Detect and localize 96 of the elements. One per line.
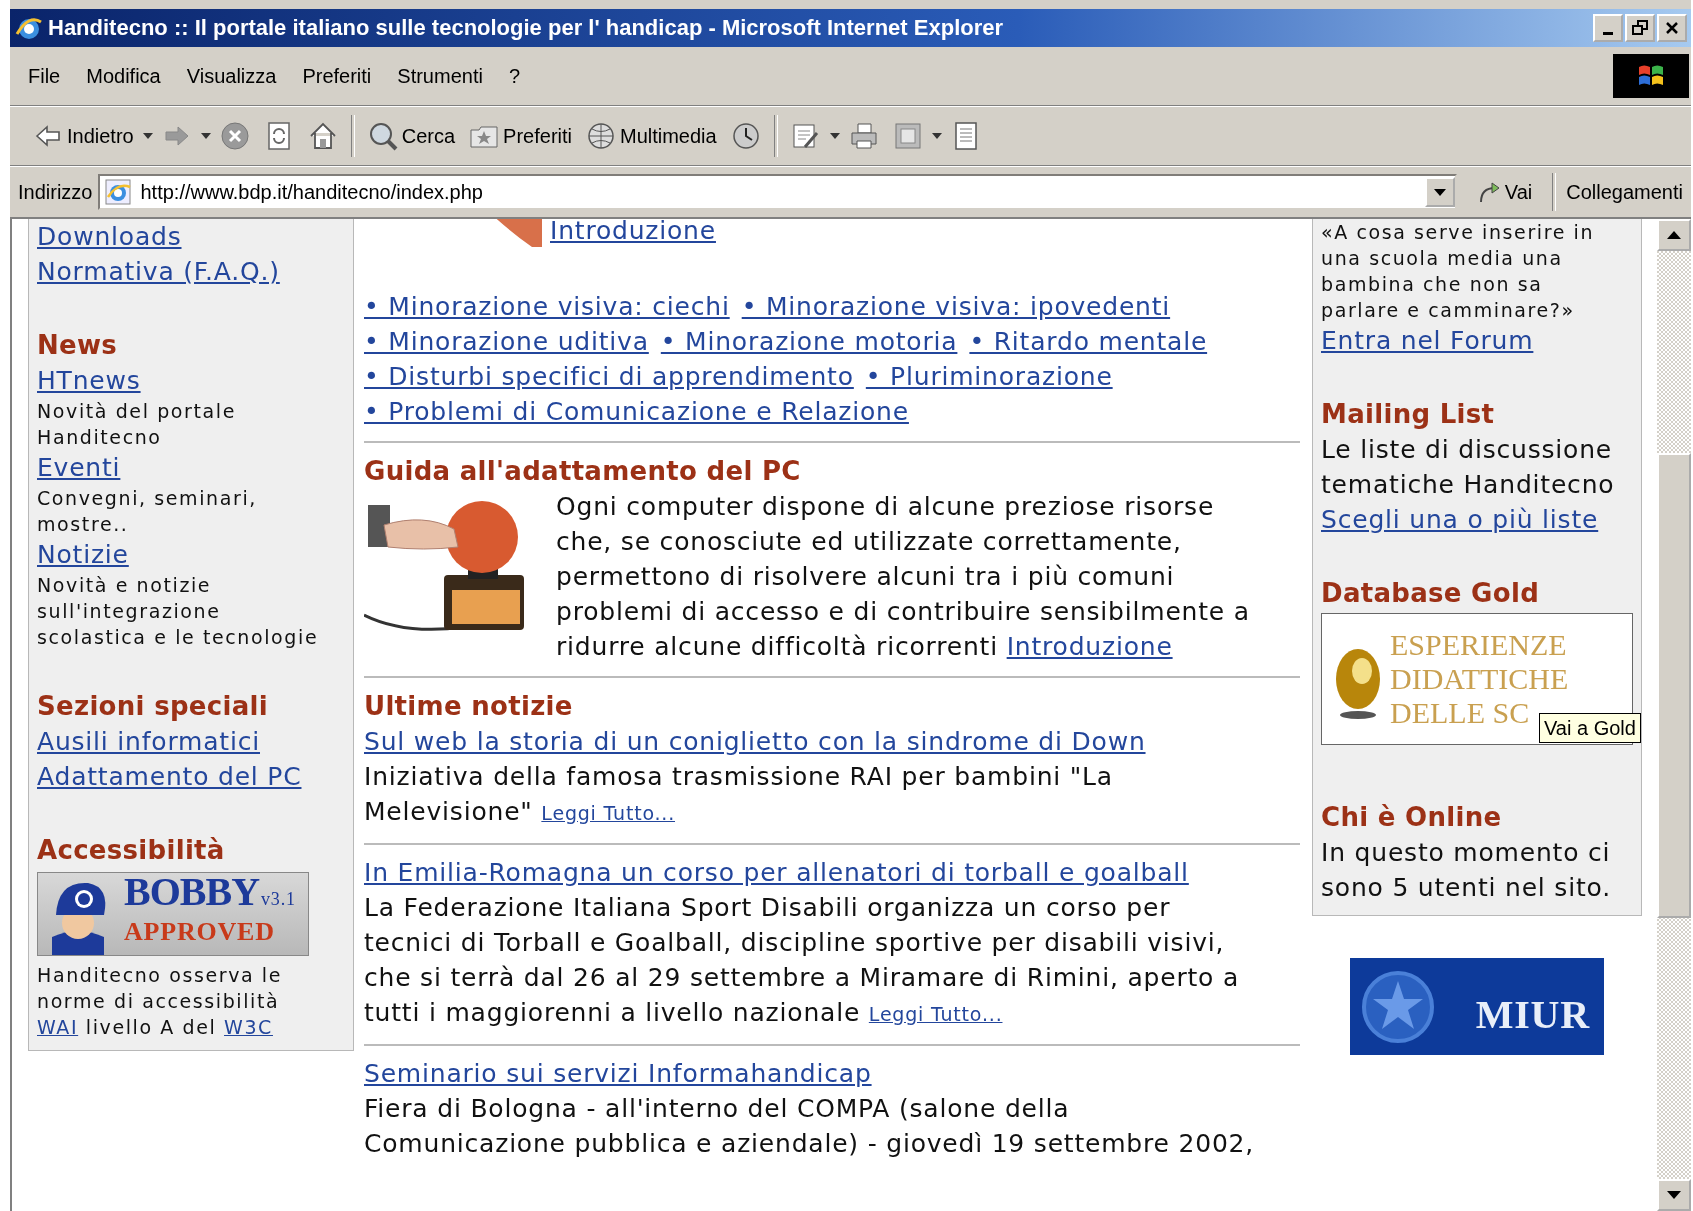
news-title-link[interactable]: Seminario sui servizi Informahandicap [364, 1056, 872, 1091]
feature-text: Ogni computer dispone di alcune preziose risorse che, se conosciute ed utilizzate correttamente, permettono di risolvere alcuni tra i più comuni problemi di accesso e di contribuire sensibilmente a ridurre alcune difficoltà ricorrenti Introduzione [556, 491, 1250, 663]
banner-text: DIDATTICHE [1390, 662, 1569, 696]
nav-link[interactable]: Ausili informatici [37, 724, 260, 759]
search-icon [367, 121, 398, 151]
nav-link[interactable]: Entra nel Forum [1321, 323, 1534, 358]
section-heading: Accessibilità [37, 834, 226, 867]
category-link[interactable]: • Ritardo mentale [969, 324, 1208, 359]
category-link[interactable]: • Problemi di Comunicazione e Relazione [364, 394, 909, 429]
restore-button[interactable] [1625, 14, 1655, 42]
intro-link[interactable]: Introduzione [550, 219, 716, 248]
news-title-link[interactable]: In Emilia-Romagna un corso per allenatori di torball e goalball [364, 855, 1189, 890]
menu-item[interactable]: File [18, 60, 71, 92]
menu-item[interactable]: Strumenti [387, 60, 493, 92]
news-summary: Fiera di Bologna - all'interno del COMPA (salone della Comunicazione pubblica e aziendale) - giovedì 19 settembre 2002, [364, 1093, 1256, 1160]
nav-link[interactable]: Normativa (F.A.Q.) [37, 254, 280, 289]
section-heading: Mailing List [1321, 398, 1496, 431]
miur-logo[interactable]: MIUR [1350, 958, 1604, 1055]
clock-icon [730, 121, 761, 151]
restore-icon [1632, 20, 1648, 36]
caret-icon[interactable] [142, 133, 153, 139]
category-link[interactable]: • Minorazione visiva: ciechi [364, 289, 730, 324]
minimize-icon [1603, 31, 1613, 35]
section-heading: Guida all'adattamento del PC [364, 455, 802, 488]
badge-subtitle: APPROVED [124, 917, 276, 947]
banner-text: DELLE SC [1390, 696, 1530, 730]
section-heading: Ultime notizie [364, 690, 574, 723]
news-title-link[interactable]: Sul web la storia di un coniglietto con la sindrome di Down [364, 724, 1146, 759]
category-link[interactable]: • Pluriminorazione [865, 359, 1113, 394]
category-link[interactable]: • Disturbi specifici di apprendimento [364, 359, 854, 394]
caret-icon[interactable] [931, 133, 942, 139]
dropdown-button[interactable] [1424, 177, 1455, 207]
back-button[interactable]: Indietro [28, 117, 139, 155]
ie-page-icon [104, 178, 133, 206]
scrollbar-thumb[interactable] [1657, 453, 1691, 918]
menu-item[interactable]: Visualizza [176, 60, 287, 92]
close-button[interactable] [1657, 14, 1687, 42]
body-text: Le liste di discussione tematiche Handitecno [1321, 434, 1616, 501]
nav-link[interactable]: Scegli una o più liste [1321, 502, 1599, 537]
down-arrow-icon [1667, 1191, 1681, 1199]
scroll-down-button[interactable] [1657, 1179, 1691, 1211]
menu-item[interactable]: ? [498, 60, 531, 92]
caret-icon[interactable] [200, 133, 211, 139]
nav-link[interactable]: HTnews [37, 363, 141, 398]
search-button[interactable]: Cerca [362, 117, 461, 155]
section-heading: News [37, 329, 119, 362]
inline-link[interactable]: WAI [37, 1016, 79, 1038]
scroll-up-button[interactable] [1657, 219, 1691, 251]
description-text: Novità e notizie sull'integrazione scolastica e le tecnologie [37, 573, 320, 650]
address-label: Indirizzo [18, 180, 93, 204]
description-text: Novità del portale Handitecno [37, 399, 237, 450]
section-heading: Sezioni speciali [37, 690, 269, 723]
caret-icon[interactable] [829, 133, 840, 139]
stop-icon [219, 121, 250, 151]
nav-link[interactable]: Adattamento del PC [37, 759, 302, 794]
address-field[interactable]: http://www.bdp.it/handitecno/index.php [98, 174, 1457, 210]
favorites-button[interactable]: Preferiti [464, 117, 577, 155]
category-link[interactable]: • Minorazione uditiva [364, 324, 649, 359]
tooltip: Vai a Gold [1539, 713, 1641, 743]
body-text: In questo momento ci sono 5 utenti nel sito. [1321, 837, 1612, 904]
logo-text: MIUR [1475, 991, 1590, 1038]
media-button[interactable]: Multimedia [581, 117, 722, 155]
bobby-approved-badge[interactable]: BOBBYv3.1 APPROVED [37, 872, 309, 956]
minimize-button[interactable] [1593, 14, 1623, 42]
description-text: «A cosa serve inserire in una scuola media una bambina che non sa parlare e camminare?» [1321, 220, 1596, 323]
section-heading: Database Gold [1321, 577, 1541, 610]
nav-link[interactable]: Notizie [37, 537, 129, 572]
nav-link[interactable]: Eventi [37, 450, 121, 485]
intro-link[interactable]: Introduzione [1006, 632, 1173, 661]
section-heading: Chi è Online [1321, 801, 1503, 834]
category-link[interactable]: • Minorazione visiva: ipovedenti [741, 289, 1171, 324]
links-button[interactable]: Collegamenti [1562, 180, 1687, 204]
news-summary: La Federazione Italiana Sport Disabili organizza un corso per tecnici di Torball e Goalball, discipline sportive per disabili visivi, che si terrà dal 26 al 29 settembre a Miramare di Rimini, aperto a tutti i maggiorenni a livello nazionale Leggi Tutto... [364, 892, 1241, 1029]
globe-icon [586, 121, 616, 151]
windows-logo-icon [1613, 54, 1689, 98]
category-link[interactable]: • Minorazione motoria [660, 324, 958, 359]
description-text: Convegni, seminari, mostre.. [37, 486, 258, 537]
printer-icon [848, 121, 879, 151]
up-arrow-icon [1667, 231, 1681, 239]
badge-version: v3.1 [261, 889, 296, 910]
window-title: Handitecno :: Il portale italiano sulle tecnologie per l' handicap - Microsoft Internet Explorer [48, 15, 1005, 41]
accessibility-note: Handitecno osserva le norme di accessibilità WAI livello A del W3C [37, 963, 284, 1040]
close-icon [1664, 20, 1680, 36]
mail-icon [790, 121, 821, 151]
banner-text: ESPERIENZE [1390, 628, 1567, 662]
nav-link[interactable]: Downloads [37, 219, 182, 254]
edit-icon [892, 121, 923, 151]
menu-item[interactable]: Modifica [76, 60, 171, 92]
news-summary: Iniziativa della famosa trasmissione RAI per bambini "La Melevisione" Leggi Tutto... [364, 761, 1114, 828]
read-more-link[interactable]: Leggi Tutto... [541, 802, 675, 824]
read-more-link[interactable]: Leggi Tutto... [868, 1003, 1003, 1025]
inline-link[interactable]: W3C [224, 1016, 273, 1038]
caret-icon [1433, 188, 1446, 196]
go-button[interactable]: Vai [1472, 178, 1547, 206]
menu-item[interactable]: Preferiti [292, 60, 382, 92]
badge-title: BOBBY [124, 873, 260, 915]
